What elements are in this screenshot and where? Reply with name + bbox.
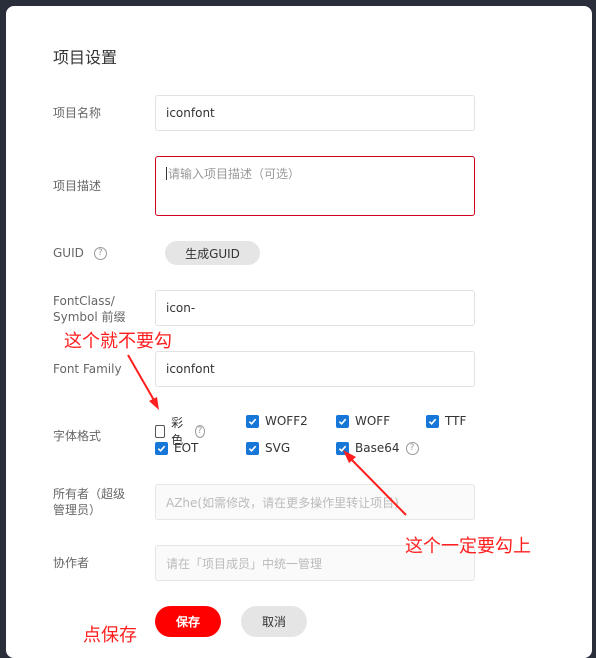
project-name-label: 项目名称 bbox=[53, 106, 102, 120]
format-checkbox-base64[interactable]: Base64? bbox=[336, 441, 419, 455]
owner-label: 所有者（超级 管理员） bbox=[53, 486, 125, 518]
format-checkbox-label: EOT bbox=[174, 441, 199, 455]
checkbox-checked-icon[interactable] bbox=[246, 414, 259, 428]
checkbox-checked-icon[interactable] bbox=[155, 441, 168, 455]
annotation-no-check: 这个就不要勾 bbox=[64, 331, 172, 352]
owner-label-line2: 管理员） bbox=[53, 503, 102, 517]
fontfamily-input[interactable]: iconfont bbox=[155, 351, 475, 387]
format-checkbox-woff[interactable]: WOFF bbox=[336, 414, 390, 428]
fontclass-label: FontClass/ Symbol 前缀 bbox=[53, 293, 126, 325]
checkbox-checked-icon[interactable] bbox=[336, 414, 349, 428]
format-checkbox-label: SVG bbox=[265, 441, 291, 455]
generate-guid-button[interactable]: 生成GUID bbox=[165, 241, 260, 265]
guid-label: GUID bbox=[53, 246, 84, 260]
format-checkbox-eot[interactable]: EOT bbox=[155, 441, 198, 455]
format-checkbox-label: WOFF2 bbox=[265, 414, 308, 428]
format-checkbox-woff2[interactable]: WOFF2 bbox=[246, 414, 308, 428]
annotation-must-check: 这个一定要勾上 bbox=[405, 536, 531, 557]
collab-label: 协作者 bbox=[53, 556, 90, 570]
project-desc-textarea[interactable]: 请输入项目描述（可选） bbox=[155, 156, 475, 216]
checkbox-checked-icon[interactable] bbox=[426, 414, 439, 428]
text-caret bbox=[166, 167, 167, 180]
checkbox-unchecked-icon[interactable] bbox=[155, 424, 166, 438]
format-label: 字体格式 bbox=[53, 429, 102, 443]
save-button[interactable]: 保存 bbox=[155, 606, 221, 637]
fontclass-label-line1: FontClass/ bbox=[53, 294, 115, 308]
owner-input: AZhe(如需修改，请在更多操作里转让项目) bbox=[155, 484, 475, 520]
format-checkbox-svg[interactable]: SVG bbox=[246, 441, 290, 455]
checkbox-checked-icon[interactable] bbox=[246, 441, 259, 455]
annotation-click-save: 点保存 bbox=[83, 625, 137, 646]
format-checkbox-label: WOFF bbox=[355, 414, 391, 428]
fontclass-label-line2: Symbol 前缀 bbox=[53, 310, 126, 324]
cancel-button[interactable]: 取消 bbox=[241, 606, 307, 637]
format-checkbox-label: TTF bbox=[445, 414, 467, 428]
help-icon[interactable]: ? bbox=[93, 247, 107, 260]
help-icon[interactable]: ? bbox=[405, 441, 419, 455]
help-icon[interactable]: ? bbox=[194, 424, 205, 438]
format-checkbox-label: Base64 bbox=[355, 441, 400, 455]
project-desc-label: 项目描述 bbox=[53, 179, 102, 193]
format-checkbox-ttf[interactable]: TTF bbox=[426, 414, 466, 428]
desc-placeholder: 请输入项目描述（可选） bbox=[168, 167, 301, 181]
project-name-input[interactable]: iconfont bbox=[155, 95, 475, 131]
guid-label-row: GUID ? bbox=[53, 245, 107, 261]
fontclass-input[interactable]: icon- bbox=[155, 290, 475, 326]
fontfamily-label: Font Family bbox=[53, 362, 122, 376]
dialog-title: 项目设置 bbox=[53, 48, 118, 67]
owner-label-line1: 所有者（超级 bbox=[53, 487, 126, 501]
checkbox-checked-icon[interactable] bbox=[336, 441, 349, 455]
